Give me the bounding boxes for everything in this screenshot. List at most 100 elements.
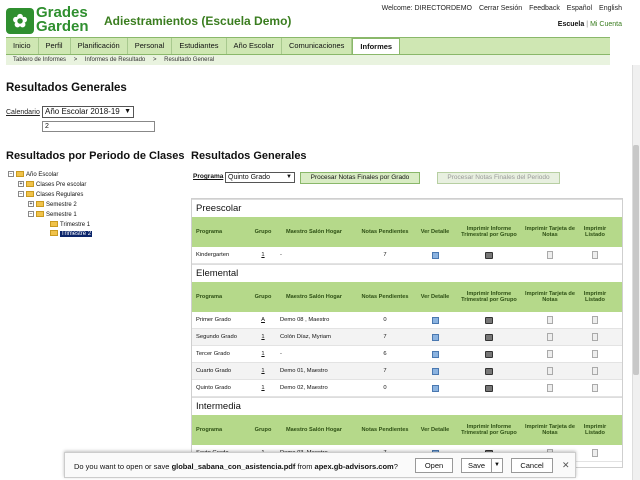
col-programa-header: Programa <box>196 228 223 235</box>
document-icon[interactable] <box>592 384 598 392</box>
group-link[interactable]: 1 <box>252 385 274 391</box>
tab-inicio[interactable]: Inicio <box>6 38 39 54</box>
program-select[interactable]: Quinto Grado ▼ <box>225 172 295 183</box>
printer-icon[interactable] <box>485 333 493 341</box>
printer-icon[interactable] <box>485 384 493 392</box>
view-detail-cell <box>416 333 454 341</box>
document-icon[interactable] <box>592 367 598 375</box>
view-detail-cell <box>416 350 454 358</box>
printer-icon[interactable] <box>485 316 493 324</box>
document-icon[interactable] <box>547 316 553 324</box>
col-imprimir-listado-header: Imprimir Listado <box>583 423 607 437</box>
group-link[interactable]: A <box>252 317 274 323</box>
grades-garden-logo[interactable]: ✿ Grades Garden <box>6 5 96 36</box>
group-link-text[interactable]: 1 <box>261 252 264 258</box>
download-prefix: Do you want to open or save <box>74 462 172 471</box>
view-detail-icon[interactable] <box>431 367 439 375</box>
group-link-text[interactable]: A <box>261 317 265 323</box>
group-link-text[interactable]: 1 <box>261 334 264 340</box>
document-icon[interactable] <box>592 333 598 341</box>
print-card-cell <box>524 251 576 259</box>
process-grade-button[interactable]: Procesar Notas Finales por Grado <box>300 172 420 184</box>
view-detail-icon[interactable] <box>431 333 439 341</box>
scroll-thumb[interactable] <box>633 145 639 375</box>
document-icon[interactable] <box>592 316 598 324</box>
view-detail-icon[interactable] <box>431 350 439 358</box>
english-link[interactable]: English <box>599 5 622 12</box>
tree-node-ano-escolar[interactable]: − Año Escolar <box>8 171 58 180</box>
section-title: Elemental <box>192 264 622 282</box>
close-icon[interactable]: ✕ <box>562 460 570 471</box>
account-link[interactable]: Mi Cuenta <box>590 21 622 28</box>
print-card-cell <box>524 367 576 375</box>
process-period-button[interactable]: Procesar Notas Finales del Periodo <box>437 172 560 184</box>
collapse-icon[interactable]: − <box>18 191 24 198</box>
group-link-text[interactable]: 1 <box>261 368 264 374</box>
calendar-select[interactable]: Año Escolar 2018-19 ▼ <box>42 106 134 118</box>
group-link[interactable]: 1 <box>252 351 274 357</box>
document-icon[interactable] <box>592 251 598 259</box>
document-icon[interactable] <box>592 449 598 457</box>
tab-informes[interactable]: Informes <box>352 38 401 54</box>
teacher-cell: Demo 01, Maestro <box>280 368 328 374</box>
tab-perfil[interactable]: Perfil <box>39 38 71 54</box>
spanish-link[interactable]: Español <box>567 5 592 12</box>
tab-planificacion[interactable]: Planificación <box>71 38 128 54</box>
col-imprimir-listado-header: Imprimir Listado <box>583 225 607 239</box>
tree-node-trimestre-1[interactable]: Trimestre 1 <box>50 221 90 230</box>
collapse-icon[interactable]: − <box>28 211 34 218</box>
printer-icon[interactable] <box>485 367 493 375</box>
expand-icon[interactable]: + <box>18 181 24 188</box>
tab-comunicaciones[interactable]: Comunicaciones <box>282 38 353 54</box>
feedback-link[interactable]: Feedback <box>529 5 560 12</box>
tab-personal[interactable]: Personal <box>128 38 173 54</box>
tree-node-semestre-2[interactable]: + Semestre 2 <box>28 201 77 210</box>
tree-node-preescolar[interactable]: + Clases Pre escolar <box>18 181 86 190</box>
crumb-separator: > <box>152 57 157 63</box>
tree-node-regulares[interactable]: − Clases Regulares <box>18 191 83 200</box>
col-imprimir-listado-header: Imprimir Listado <box>583 290 607 304</box>
view-detail-icon[interactable] <box>431 316 439 324</box>
crumb-results[interactable]: Informes de Resultado <box>85 57 145 63</box>
calendar-input[interactable]: 2 <box>42 121 155 132</box>
group-link[interactable]: 1 <box>252 334 274 340</box>
group-link[interactable]: 1 <box>252 368 274 374</box>
expand-icon[interactable]: + <box>28 201 34 208</box>
view-detail-icon[interactable] <box>431 251 439 259</box>
tree-node-semestre-1[interactable]: − Semestre 1 <box>28 211 77 220</box>
crumb-dashboard[interactable]: Tablero de Informes <box>13 57 66 63</box>
logout-link[interactable]: Cerrar Sesión <box>479 5 522 12</box>
document-icon[interactable] <box>592 350 598 358</box>
view-detail-icon[interactable] <box>431 384 439 392</box>
teacher-cell: - <box>280 351 282 357</box>
document-icon[interactable] <box>547 367 553 375</box>
results-title: Resultados Generales <box>191 150 307 162</box>
col-imprimir-tarjeta-header: Imprimir Tarjeta de Notas <box>525 423 575 437</box>
cancel-button[interactable]: Cancel <box>511 458 553 473</box>
col-grupo-header: Grupo <box>254 228 272 235</box>
document-icon[interactable] <box>547 350 553 358</box>
printer-icon[interactable] <box>485 251 493 259</box>
group-link[interactable]: 1 <box>252 252 274 258</box>
folder-icon <box>50 221 58 228</box>
folder-icon <box>16 171 24 178</box>
tab-estudiantes[interactable]: Estudiantes <box>172 38 227 54</box>
open-button[interactable]: Open <box>415 458 453 473</box>
program-label: Programa <box>193 173 224 180</box>
group-link-text[interactable]: 1 <box>261 385 264 391</box>
school-link[interactable]: Escuela <box>558 21 584 28</box>
document-icon[interactable] <box>547 384 553 392</box>
tree-node-trimestre-2[interactable]: Trimestre 2 <box>50 230 93 239</box>
vertical-scrollbar[interactable] <box>632 65 640 480</box>
save-button[interactable]: Save <box>461 458 491 473</box>
tab-ano-escolar[interactable]: Año Escolar <box>227 38 282 54</box>
printer-icon[interactable] <box>485 350 493 358</box>
col-ver-detalle-header: Ver Detalle <box>420 228 450 235</box>
tree-label: Año Escolar <box>26 172 59 178</box>
results-section: Elemental Programa Grupo Maestro Salón Hoga… <box>192 264 622 397</box>
document-icon[interactable] <box>547 333 553 341</box>
group-link-text[interactable]: 1 <box>261 351 264 357</box>
document-icon[interactable] <box>547 251 553 259</box>
collapse-icon[interactable]: − <box>8 171 14 178</box>
save-options-button[interactable]: ▼ <box>491 458 503 473</box>
